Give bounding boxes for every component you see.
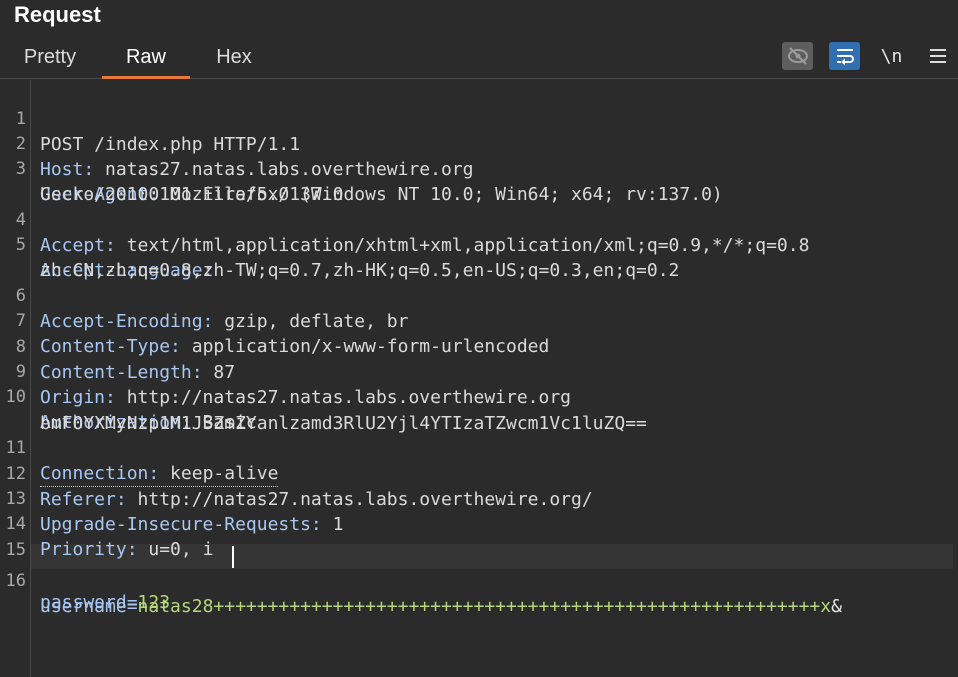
editor-line-wrap: zh-CN,zh;q=0.8,zh-TW;q=0.7,zh-HK;q=0.5,e… — [0, 233, 958, 281]
panel-title: Request — [14, 2, 101, 27]
editor-line: 8 Content-Length: 87 — [0, 310, 958, 383]
editor-line: 2 Host: natas27.natas.labs.overthewire.o… — [0, 107, 958, 180]
hide-nonprintable-button[interactable] — [782, 42, 813, 70]
tab-pretty[interactable]: Pretty — [10, 46, 90, 76]
request-editor[interactable]: 1 POST /index.php HTTP/1.1 2 Host: natas… — [0, 80, 958, 677]
more-options-button[interactable] — [922, 42, 953, 70]
editor-line-wrap: password=123 — [0, 565, 958, 613]
editor-line: 5 Accept-Language: — [0, 208, 958, 281]
param-separator: & — [831, 596, 842, 617]
editor-line-wrap: bmF0YXMyNzp1M1JSZmZYanlzamd3RlU2Yjl4YTIz… — [0, 386, 958, 434]
param-value: 123 — [137, 592, 171, 613]
editor-line: 3 User-Agent: Mozilla/5.0 (Windows NT 10… — [0, 132, 958, 205]
hamburger-menu-icon — [929, 49, 946, 63]
text-wrap-button[interactable] — [829, 42, 860, 70]
editor-line: 6 Accept-Encoding: gzip, deflate, br — [0, 259, 958, 332]
newline-label: \n — [880, 45, 903, 67]
editor-line: 11 Connection: keep-alive — [0, 411, 958, 487]
eye-slash-icon — [787, 47, 808, 65]
show-newlines-button[interactable]: \n — [876, 42, 907, 70]
param-name: password= — [40, 592, 138, 613]
editor-line: 12 Referer: http://natas27.natas.labs.ov… — [0, 437, 958, 510]
param-value-padding: ++++++++++++++++++++++++++++++++++++++++… — [213, 596, 832, 617]
editor-line-wrap: Gecko/20100101 Firefox/137.0 — [0, 157, 958, 205]
editor-line: 4 Accept: text/html,application/xhtml+xm… — [0, 183, 958, 256]
editor-line: 1 POST /index.php HTTP/1.1 — [0, 82, 958, 155]
editor-line: 7 Content-Type: application/x-www-form-u… — [0, 284, 958, 357]
text-wrap-icon — [836, 49, 854, 66]
editor-line: 15 — [0, 513, 958, 560]
view-tabs: Pretty Raw Hex \n — [0, 42, 958, 79]
tab-raw[interactable]: Raw — [102, 46, 190, 79]
editor-line: 10 Authorization: Basic — [0, 360, 958, 433]
editor-line: 9 Origin: http://natas27.natas.labs.over… — [0, 335, 958, 408]
tab-hex[interactable]: Hex — [198, 46, 270, 76]
editor-line: 13 Upgrade-Insecure-Requests: 1 — [0, 462, 958, 535]
text-caret — [232, 546, 234, 568]
editor-line: 14 Priority: u=0, i — [0, 487, 958, 560]
